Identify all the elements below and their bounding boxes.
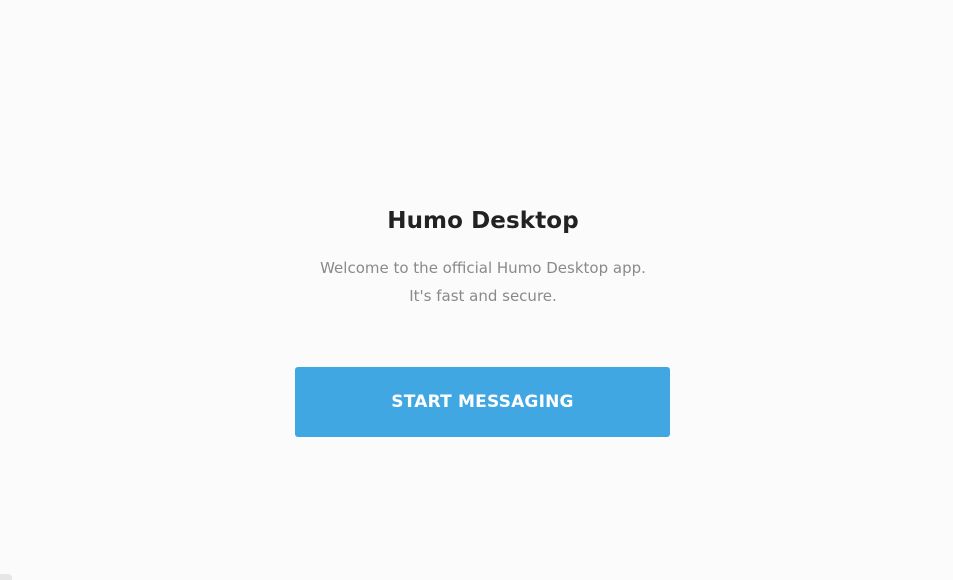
start-messaging-button[interactable]: START MESSAGING [295, 367, 670, 437]
app-title: Humo Desktop [387, 208, 579, 234]
welcome-screen: Humo Desktop Welcome to the official Hum… [0, 0, 953, 580]
app-window: Humo Desktop Welcome to the official Hum… [0, 0, 953, 580]
welcome-description-line1: Welcome to the official Humo Desktop app… [320, 259, 646, 277]
welcome-description-line2: It's fast and secure. [409, 287, 557, 305]
corner-fragment [0, 574, 12, 580]
